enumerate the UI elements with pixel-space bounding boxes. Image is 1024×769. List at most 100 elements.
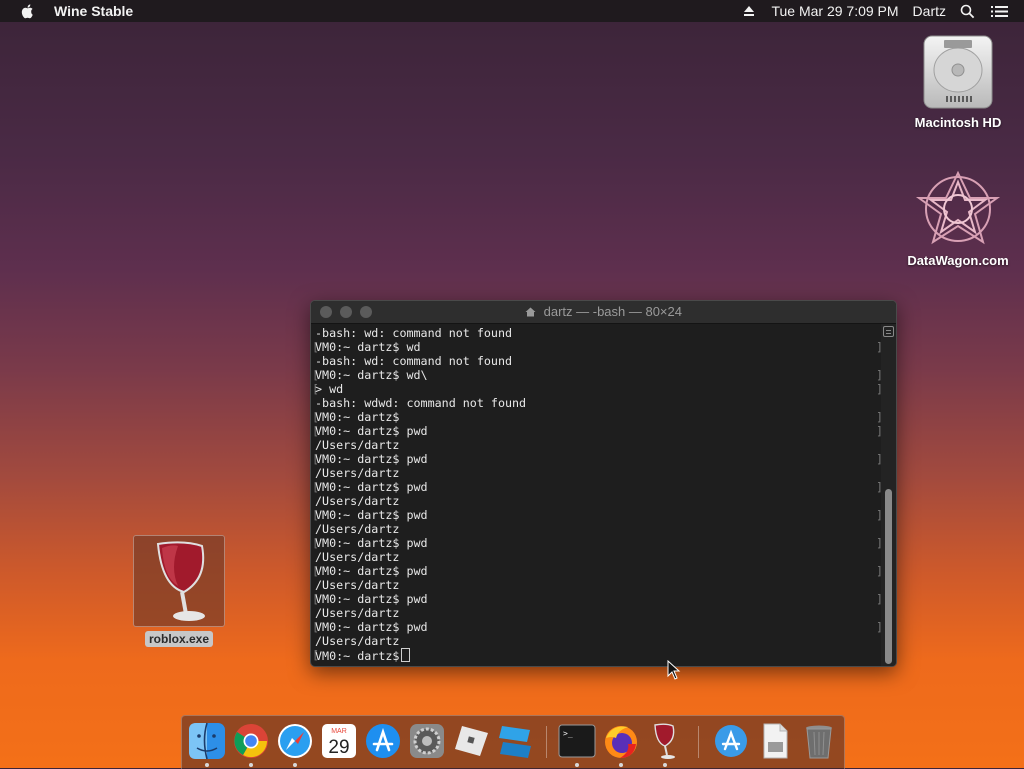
dock-roblox-studio[interactable] — [496, 722, 534, 760]
dock-safari[interactable] — [276, 722, 314, 767]
dock-app-store[interactable] — [364, 722, 402, 760]
terminal-line-text: VM0:~ dartz$ pwd — [315, 508, 428, 522]
running-indicator — [619, 763, 623, 767]
dock-separator — [698, 726, 699, 758]
system-preferences-icon — [410, 724, 444, 758]
calendar-icon: MAR 29 — [322, 724, 356, 758]
dock-roblox[interactable] — [452, 722, 490, 760]
terminal-line: /Users/dartz — [315, 438, 880, 452]
dock-document-stack[interactable] — [756, 722, 794, 760]
roblox-studio-icon — [499, 726, 531, 758]
scroll-thumb[interactable] — [885, 489, 892, 664]
terminal-line: -bash: wd: command not found — [315, 326, 880, 340]
dock-trash[interactable] — [800, 722, 838, 760]
desktop-label-roblox-exe: roblox.exe — [144, 631, 214, 647]
menu-extras: Tue Mar 29 7:09 PM Dartz — [743, 0, 1024, 22]
terminal-line-text: /Users/dartz — [315, 494, 400, 508]
minimize-button[interactable] — [340, 306, 352, 318]
roblox-icon — [455, 726, 488, 756]
chrome-icon — [234, 724, 268, 758]
dock-wine[interactable] — [646, 722, 684, 767]
eject-icon[interactable] — [743, 5, 755, 17]
network-volume-icon — [915, 170, 1001, 245]
prompt-mark-left: [ — [312, 536, 320, 550]
app-name-menu[interactable]: Wine Stable — [54, 3, 133, 19]
close-button[interactable] — [320, 306, 332, 318]
window-controls — [320, 306, 372, 318]
document-icon — [763, 723, 788, 759]
clock[interactable]: Tue Mar 29 7:09 PM — [771, 3, 898, 19]
wine-glass-icon — [156, 541, 205, 621]
terminal-line: [] VM0:~ dartz$ pwd — [312, 480, 883, 494]
dock: MAR 29 >_ — [181, 715, 845, 769]
terminal-line: [] VM0:~ dartz$ pwd — [312, 536, 883, 550]
terminal-line-text: VM0:~ dartz$ — [315, 649, 400, 663]
terminal-line-text: VM0:~ dartz$ pwd — [315, 592, 428, 606]
svg-text:>_: >_ — [563, 729, 573, 738]
mouse-cursor — [667, 660, 681, 680]
prompt-mark-left: [ — [312, 508, 320, 522]
desktop-icon-macintosh-hd[interactable]: Macintosh HD — [903, 32, 1013, 130]
terminal-line: [] VM0:~ dartz$ pwd — [312, 564, 883, 578]
prompt-mark-left: [ — [312, 620, 320, 634]
calendar-day: 29 — [328, 737, 349, 758]
desktop-icon-datawagon[interactable]: DataWagon.com — [893, 168, 1023, 268]
terminal-line-text: VM0:~ dartz$ pwd — [315, 536, 428, 550]
dock-system-preferences[interactable] — [408, 722, 446, 760]
terminal-line-text: VM0:~ dartz$ wd\ — [315, 368, 428, 382]
home-folder-icon — [525, 307, 536, 317]
terminal-output[interactable]: -bash: wd: command not found[] VM0:~ dart… — [311, 324, 883, 666]
terminal-line-text: > wd — [315, 382, 344, 396]
terminal-line: /Users/dartz — [315, 634, 880, 648]
dock-downloads-stack[interactable] — [712, 722, 750, 760]
running-indicator — [205, 763, 209, 767]
terminal-line-text: VM0:~ dartz$ pwd — [315, 620, 428, 634]
dock-chrome[interactable] — [232, 722, 270, 767]
prompt-mark-left: [ — [312, 564, 320, 578]
finder-icon — [189, 722, 225, 760]
trash-icon — [806, 725, 832, 759]
terminal-line: [] > wd — [312, 382, 883, 396]
app-store-icon — [366, 724, 400, 758]
desktop-label-datawagon: DataWagon.com — [907, 253, 1009, 268]
running-indicator — [293, 763, 297, 767]
prompt-mark-left: [ — [312, 648, 320, 662]
user-menu[interactable]: Dartz — [913, 3, 946, 19]
hard-drive-icon — [923, 35, 993, 109]
terminal-line: /Users/dartz — [315, 550, 880, 564]
terminal-window[interactable]: dartz — -bash — 80×24 -bash: wd: command… — [310, 300, 897, 667]
terminal-line: -bash: wdwd: command not found — [315, 396, 880, 410]
terminal-icon: >_ — [558, 724, 596, 758]
terminal-line: /Users/dartz — [315, 522, 880, 536]
dock-terminal[interactable]: >_ — [558, 722, 596, 767]
prompt-mark-left: [ — [312, 480, 320, 494]
prompt-mark-left: [ — [312, 452, 320, 466]
split-pane-icon[interactable] — [883, 326, 894, 337]
terminal-title-bar[interactable]: dartz — -bash — 80×24 — [311, 301, 896, 324]
safari-icon — [278, 724, 312, 758]
spotlight-icon[interactable] — [960, 4, 975, 19]
apple-icon[interactable] — [20, 3, 36, 19]
dock-firefox[interactable] — [602, 722, 640, 767]
firefox-icon — [605, 726, 637, 758]
dock-finder[interactable] — [188, 722, 226, 767]
prompt-mark-left: [ — [312, 368, 320, 382]
terminal-line-text: /Users/dartz — [315, 606, 400, 620]
desktop-icon-roblox-exe[interactable]: roblox.exe — [133, 535, 225, 647]
wine-icon — [654, 723, 675, 759]
dock-calendar[interactable]: MAR 29 — [320, 722, 358, 760]
terminal-line: [] VM0:~ dartz$ wd — [312, 340, 883, 354]
prompt-mark-left: [ — [312, 592, 320, 606]
terminal-line-text: VM0:~ dartz$ wd — [315, 340, 421, 354]
terminal-line: [] VM0:~ dartz$ pwd — [312, 592, 883, 606]
terminal-line-text: VM0:~ dartz$ — [315, 410, 400, 424]
terminal-line: /Users/dartz — [315, 494, 880, 508]
dock-separator — [546, 726, 547, 758]
terminal-line: [] VM0:~ dartz$ — [312, 410, 883, 424]
terminal-line-text: /Users/dartz — [315, 522, 400, 536]
running-indicator — [575, 763, 579, 767]
menu-list-icon[interactable] — [991, 5, 1008, 18]
terminal-scrollbar[interactable] — [881, 324, 896, 666]
terminal-line-text: VM0:~ dartz$ pwd — [315, 564, 428, 578]
zoom-button[interactable] — [360, 306, 372, 318]
